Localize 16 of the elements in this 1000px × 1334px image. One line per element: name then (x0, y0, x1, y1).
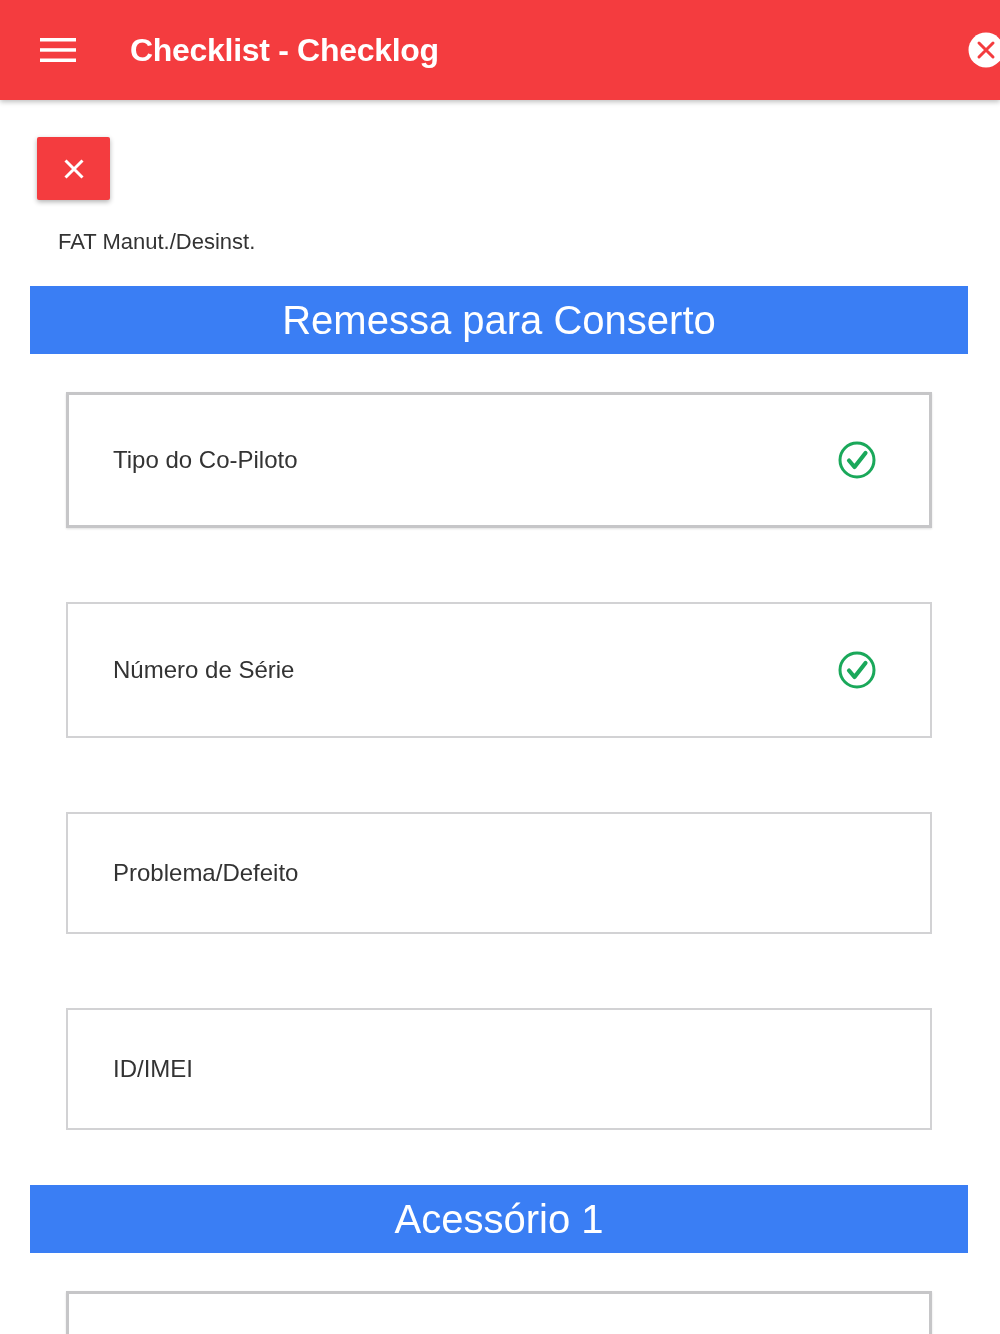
section-header: Acessório 1 (30, 1185, 968, 1253)
form-subtitle: FAT Manut./Desinst. (58, 228, 256, 256)
checklist-item[interactable]: Tipo do Co-Piloto (66, 392, 932, 528)
menu-icon[interactable] (40, 38, 76, 62)
item-label: ID/IMEI (113, 1054, 193, 1084)
app-title: Checklist - Checklog (130, 31, 439, 70)
section-header: Remessa para Conserto (30, 286, 968, 354)
checklist-item[interactable]: ID/IMEI (66, 1008, 932, 1130)
close-icon[interactable] (968, 32, 1000, 68)
close-icon (63, 158, 84, 179)
item-label: Problema/Defeito (113, 858, 299, 888)
checklist-item[interactable]: Problema/Defeito (66, 812, 932, 934)
checklist-item[interactable]: Número de Série (66, 602, 932, 738)
close-button[interactable] (37, 137, 110, 200)
item-label: Número de Série (113, 655, 295, 685)
item-label: Tipo do Co-Piloto (113, 445, 298, 475)
